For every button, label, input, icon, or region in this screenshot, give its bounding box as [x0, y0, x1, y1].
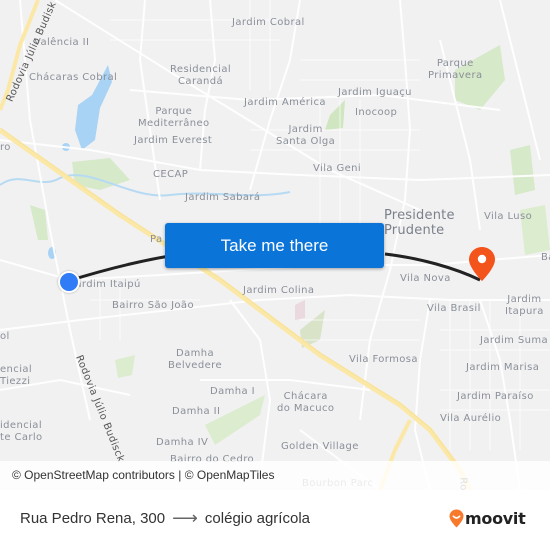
map-label: Jardim Iguaçu — [338, 87, 412, 98]
map-label: Chácaras Cobral — [29, 72, 118, 83]
map-label: Jardim Sabará — [185, 192, 261, 203]
park-area — [115, 355, 135, 378]
map-label: Vila Geni — [313, 163, 362, 174]
highway — [0, 127, 473, 490]
map-label: Jardim Santa Olga — [276, 124, 336, 147]
moovit-logo[interactable]: moovit — [449, 509, 526, 528]
map-label: Inocoop — [355, 107, 398, 118]
map-label: Golden Village — [281, 441, 359, 452]
map-label: ol — [0, 331, 10, 342]
map-label: Jardim Everest — [134, 135, 213, 146]
moovit-pin-icon — [449, 509, 464, 528]
map-label: Jardim Itapura — [505, 294, 544, 317]
city-label: Presidente Prudente — [384, 208, 455, 238]
map-label: Damha Belvedere — [168, 348, 223, 371]
map-label: Jardim Suma — [480, 335, 549, 346]
map-label: Jardim Marisa — [466, 362, 540, 373]
map-label: Jardim Cobral — [232, 17, 305, 28]
destination-label: colégio agrícola — [204, 510, 310, 527]
map-label: Damha I — [210, 386, 255, 397]
park-area — [30, 205, 48, 240]
map-label: Residencial Carandá — [170, 64, 232, 87]
destination-marker[interactable] — [468, 246, 496, 286]
map-pin-icon — [469, 247, 495, 281]
park-area — [295, 300, 305, 320]
map-label: Chácara do Macuco — [277, 391, 335, 414]
park-area — [510, 145, 535, 195]
take-me-there-button[interactable]: Take me there — [165, 223, 384, 268]
arrow-right-icon: ⟶ — [172, 508, 198, 528]
map-label: encial Tiezzi — [0, 364, 33, 387]
park-area — [205, 395, 265, 445]
map-label: Ba — [541, 252, 550, 263]
map-label: Bairro São João — [112, 300, 194, 311]
map-label: idencial te Carlo — [0, 420, 43, 443]
map-label: Jardim Colina — [243, 285, 315, 296]
map-label: Vila Formosa — [349, 354, 418, 365]
map-label: Vila Aurélio — [440, 413, 502, 424]
map-attribution[interactable]: © OpenStreetMap contributors | © OpenMap… — [0, 461, 550, 490]
map-label: Jardim América — [244, 97, 326, 108]
footer: Rua Pedro Rena, 300 ⟶ colégio agrícola m… — [0, 490, 550, 550]
map-label: Vila Nova — [400, 273, 451, 284]
map-label: Pa — [150, 234, 163, 245]
map-label: Damha IV — [156, 437, 209, 448]
map-label: Vila Luso — [484, 211, 533, 222]
map[interactable]: Valência II Chácaras Cobral Rodovia Júli… — [0, 0, 550, 490]
origin-marker[interactable] — [58, 271, 80, 293]
map-label: ro — [0, 142, 11, 153]
map-label: CECAP — [153, 169, 189, 180]
brand-name: moovit — [465, 509, 526, 528]
map-label: Jardim Paraíso — [457, 391, 534, 402]
origin-label: Rua Pedro Rena, 300 — [20, 510, 166, 527]
map-label: Vila Brasil — [427, 303, 481, 314]
route-summary: Rua Pedro Rena, 300 ⟶ colégio agrícola — [20, 508, 310, 528]
map-label: Damha II — [172, 406, 221, 417]
map-label: Jardim Itaipú — [72, 279, 141, 290]
map-label: Parque Mediterrâneo — [138, 106, 210, 129]
map-label: Parque Primavera — [428, 58, 483, 81]
